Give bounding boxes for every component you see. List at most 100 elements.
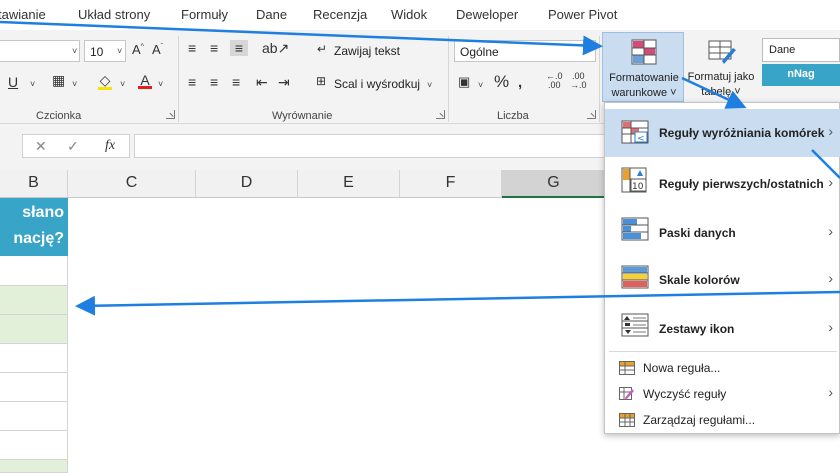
grow-font-icon[interactable]: A^ — [132, 42, 144, 57]
conditional-formatting-button[interactable]: Formatowanie warunkowe ˅ — [602, 32, 684, 102]
merge-center-button[interactable]: Scal i wyśrodkuj — [334, 77, 420, 91]
cell[interactable] — [0, 256, 68, 286]
align-top-icon[interactable]: ≡ — [188, 40, 196, 56]
tab-widok[interactable]: Widok — [391, 7, 427, 22]
data-bars-icon — [621, 217, 649, 244]
column-header-d[interactable]: D — [196, 170, 298, 198]
number-format-field[interactable]: Ogólne — [454, 40, 596, 62]
group-label-number: Liczba — [497, 110, 529, 122]
increase-decimal-icon[interactable]: ←.0.00 — [546, 72, 563, 90]
icon-sets-icon — [621, 313, 649, 340]
chevron-right-icon: › — [828, 123, 833, 139]
underline-icon[interactable]: U — [8, 74, 18, 90]
align-right-icon[interactable]: ≡ — [232, 74, 240, 90]
conditional-formatting-menu: < Reguły wyróżniania komórek › 10 Reguły… — [604, 102, 840, 434]
wrap-text-icon[interactable]: ↵ — [317, 42, 327, 56]
cell[interactable] — [0, 315, 68, 344]
number-dialog-launcher-icon[interactable] — [587, 110, 596, 119]
divider — [599, 36, 600, 122]
align-center-icon[interactable]: ≡ — [210, 74, 218, 90]
cell[interactable] — [0, 460, 68, 473]
column-header-e[interactable]: E — [298, 170, 400, 198]
shrink-font-icon[interactable]: Aˇ — [152, 42, 163, 57]
menu-item-label: Reguły wyróżniania komórek — [659, 126, 825, 140]
chevron-right-icon: › — [828, 174, 833, 190]
tab-dane[interactable]: Dane — [256, 7, 287, 22]
conditional-formatting-label-1: Formatowanie — [609, 72, 679, 84]
tab-deweloper[interactable]: Deweloper — [456, 7, 518, 22]
decrease-indent-icon[interactable]: ⇤ — [256, 74, 268, 91]
menu-item-icon-sets[interactable]: Zestawy ikon › — [605, 301, 840, 349]
svg-text:10: 10 — [632, 182, 644, 192]
cell[interactable] — [0, 431, 68, 460]
column-header-g[interactable]: G — [502, 170, 606, 198]
cell-style-nnag[interactable]: nNag — [762, 64, 840, 86]
tab-recenzja[interactable]: Recenzja — [313, 7, 367, 22]
merge-center-icon[interactable]: ⊞ — [316, 74, 326, 88]
enter-icon[interactable]: ✓ — [67, 138, 79, 155]
chevron-down-icon[interactable]: ˅ — [120, 79, 125, 89]
chevron-down-icon[interactable]: ˅ — [427, 80, 432, 90]
chevron-right-icon: › — [828, 270, 833, 286]
menu-item-label: Skale kolorów — [659, 273, 740, 287]
menu-item-clear-rules[interactable]: Wyczyść reguły › — [605, 381, 840, 407]
cell[interactable] — [0, 344, 68, 373]
menu-item-data-bars[interactable]: Paski danych › — [605, 205, 840, 253]
wrap-text-button[interactable]: Zawijaj tekst — [334, 44, 400, 58]
chevron-down-icon[interactable]: ˅ — [117, 46, 122, 56]
table-header-text-1: słano — [22, 204, 64, 221]
divider — [178, 36, 179, 122]
tab-formuly[interactable]: Formuły — [181, 7, 228, 22]
cell[interactable] — [0, 373, 68, 402]
font-dialog-launcher-icon[interactable] — [166, 110, 175, 119]
chevron-down-icon[interactable]: ˅ — [72, 46, 77, 56]
menu-item-color-scales[interactable]: Skale kolorów › — [605, 253, 840, 301]
menu-item-highlight-cells-rules[interactable]: < Reguły wyróżniania komórek › — [605, 109, 840, 157]
alignment-dialog-launcher-icon[interactable] — [436, 110, 445, 119]
align-left-icon[interactable]: ≡ — [188, 74, 196, 90]
tab-uklad-strony[interactable]: Układ strony — [78, 7, 150, 22]
top-bottom-icon: 10 — [621, 167, 649, 196]
format-table-icon[interactable] — [708, 40, 738, 69]
align-middle-icon[interactable]: ≡ — [210, 40, 218, 56]
borders-icon[interactable]: ▦ — [52, 72, 65, 89]
tab-wstawianie[interactable]: tawianie — [0, 7, 46, 22]
chevron-right-icon: › — [828, 223, 833, 239]
align-bottom-icon[interactable]: ≡ — [230, 40, 248, 56]
fill-color-icon[interactable]: ◇ — [98, 72, 112, 90]
tab-power-pivot[interactable]: Power Pivot — [548, 7, 617, 22]
menu-item-new-rule[interactable]: Nowa reguła... — [605, 355, 840, 381]
chevron-down-icon[interactable]: ˅ — [72, 79, 77, 89]
chevron-down-icon[interactable]: ˅ — [158, 79, 163, 89]
group-label-font: Czcionka — [36, 110, 82, 122]
new-rule-icon — [619, 361, 635, 378]
menu-item-manage-rules[interactable]: Zarządzaj regułami... — [605, 407, 840, 433]
increase-indent-icon[interactable]: ⇥ — [278, 74, 290, 91]
cancel-icon[interactable]: ✕ — [35, 138, 47, 155]
orientation-icon[interactable]: ab↗ — [262, 40, 289, 57]
comma-style-icon[interactable]: , — [518, 74, 522, 91]
percent-icon[interactable]: % — [494, 72, 509, 92]
cell-style-dane[interactable]: Dane — [762, 38, 840, 62]
font-name-field[interactable] — [0, 40, 80, 62]
group-label-alignment: Wyrównanie — [272, 110, 333, 122]
format-table-label-1[interactable]: Formatuj jako — [681, 71, 761, 83]
cell[interactable] — [0, 402, 68, 431]
menu-divider — [609, 351, 837, 352]
insert-function-icon[interactable]: fx — [105, 138, 115, 154]
chevron-right-icon: › — [828, 319, 833, 335]
format-table-label-2[interactable]: tabelę ˅ — [681, 86, 761, 98]
cell[interactable] — [0, 286, 68, 315]
conditional-formatting-label-2: warunkowe ˅ — [611, 87, 677, 99]
chevron-down-icon[interactable]: ˅ — [478, 80, 483, 90]
divider — [448, 36, 449, 122]
accounting-format-icon[interactable]: ▣ — [458, 74, 470, 90]
table-header-cell[interactable]: słano nację? — [0, 198, 68, 256]
font-color-icon[interactable]: A — [138, 72, 152, 89]
chevron-down-icon[interactable]: ˅ — [30, 79, 35, 89]
column-header-b[interactable]: B — [0, 170, 68, 198]
menu-item-top-bottom-rules[interactable]: 10 Reguły pierwszych/ostatnich › — [605, 157, 840, 205]
column-header-f[interactable]: F — [400, 170, 502, 198]
decrease-decimal-icon[interactable]: .00 →.0 — [570, 72, 587, 90]
column-header-c[interactable]: C — [68, 170, 196, 198]
